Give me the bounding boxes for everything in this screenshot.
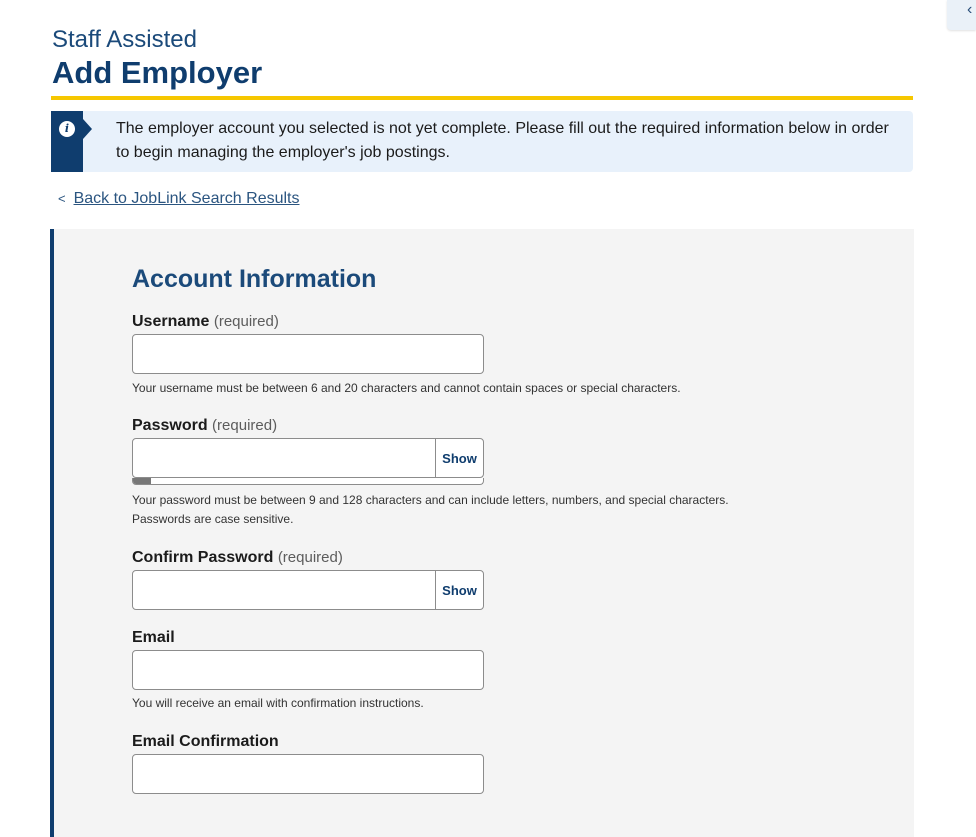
collapse-panel-button[interactable]: ‹ — [947, 0, 976, 30]
page-subtitle: Staff Assisted — [52, 26, 197, 53]
chevron-left-icon: ‹ — [967, 1, 973, 18]
email-label: Email — [132, 629, 175, 646]
account-information-panel: Account Information Username (required) … — [50, 229, 914, 837]
panel-accent-border — [50, 229, 54, 837]
page-title: Add Employer — [52, 55, 263, 90]
info-icon: i — [59, 121, 75, 137]
confirm-password-label-text: Confirm Password — [132, 549, 274, 566]
back-to-search-results-link[interactable]: < Back to JobLink Search Results — [58, 190, 299, 208]
password-label-text: Password — [132, 417, 208, 434]
chevron-left-icon: < — [58, 191, 66, 206]
email-input[interactable] — [132, 650, 484, 690]
show-confirm-password-button[interactable]: Show — [435, 570, 484, 610]
alert-accent-bar: i — [51, 111, 83, 172]
confirm-password-label: Confirm Password (required) — [132, 549, 343, 567]
password-label: Password (required) — [132, 417, 277, 435]
email-confirmation-input[interactable] — [132, 754, 484, 794]
password-required-note: (required) — [212, 417, 278, 434]
password-strength-meter — [132, 478, 484, 485]
username-label-text: Username — [132, 313, 210, 330]
password-help-line-2: Passwords are case sensitive. — [132, 512, 294, 526]
username-input[interactable] — [132, 334, 484, 374]
alert-pointer — [83, 119, 92, 139]
password-input[interactable] — [132, 438, 436, 478]
password-strength-fill — [133, 478, 151, 484]
back-link-label: Back to JobLink Search Results — [73, 190, 300, 207]
info-alert: i The employer account you selected is n… — [51, 111, 913, 172]
alert-message: The employer account you selected is not… — [116, 120, 889, 161]
username-label: Username (required) — [132, 313, 279, 331]
confirm-password-field-group: Show — [132, 570, 484, 610]
username-required-note: (required) — [213, 313, 279, 330]
section-title: Account Information — [132, 265, 377, 293]
password-field-group: Show — [132, 438, 484, 478]
password-help-line-1: Your password must be between 9 and 128 … — [132, 493, 729, 507]
show-password-button[interactable]: Show — [435, 438, 484, 478]
confirm-password-required-note: (required) — [277, 549, 343, 566]
email-help-text: You will receive an email with confirmat… — [132, 696, 424, 710]
email-confirmation-label: Email Confirmation — [132, 733, 279, 750]
password-help-text: Your password must be between 9 and 128 … — [132, 491, 729, 529]
confirm-password-input[interactable] — [132, 570, 436, 610]
header-divider — [51, 96, 913, 100]
username-help-text: Your username must be between 6 and 20 c… — [132, 381, 681, 395]
